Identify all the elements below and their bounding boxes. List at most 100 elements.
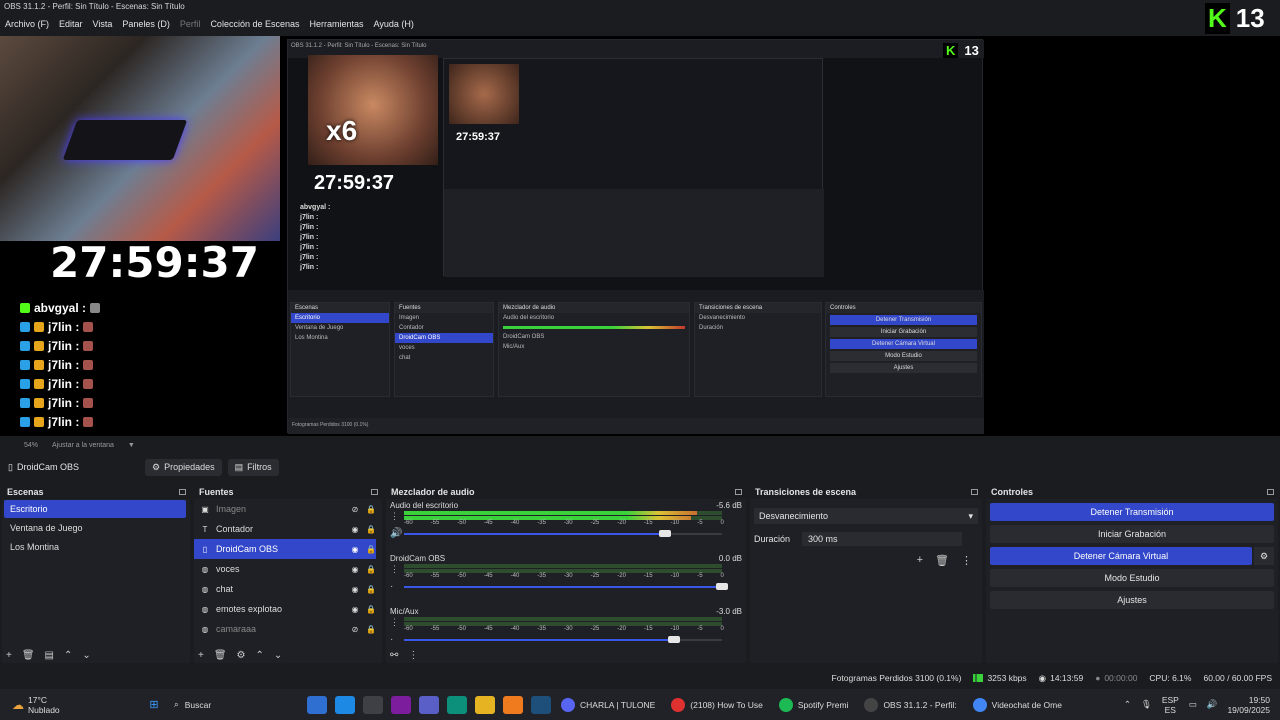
menu-herramientas[interactable]: Herramientas — [310, 19, 364, 29]
undock-icon[interactable] — [371, 489, 378, 495]
transition-select[interactable]: Desvanecimiento ▾ — [754, 508, 978, 524]
teams-icon[interactable] — [419, 695, 439, 714]
lock-icon[interactable]: 🔒 — [366, 504, 376, 514]
eye-icon[interactable]: ◉ — [350, 544, 360, 554]
search-box[interactable]: ⌕ Buscar — [168, 699, 303, 710]
menu-archivo[interactable]: Archivo (F) — [5, 19, 49, 29]
eye-icon[interactable]: ◉ — [350, 584, 360, 594]
gear-icon[interactable]: ⚙ — [1254, 547, 1274, 565]
undock-icon[interactable] — [179, 489, 186, 495]
mute-icon[interactable]: · — [390, 581, 393, 592]
menu-vista[interactable]: Vista — [93, 19, 113, 29]
outlook-icon[interactable] — [307, 695, 327, 714]
lock-icon[interactable]: 🔒 — [366, 584, 376, 594]
undock-icon[interactable] — [971, 489, 978, 495]
volume-slider[interactable] — [404, 530, 722, 537]
more-icon[interactable]: ⋮ — [390, 564, 399, 575]
trash-icon[interactable]: 🗑 — [214, 650, 227, 661]
lock-icon[interactable]: 🔒 — [366, 544, 376, 554]
duration-input[interactable]: 300 ms — [802, 532, 963, 546]
mute-icon[interactable]: · — [390, 634, 393, 645]
lock-icon[interactable]: 🔒 — [366, 604, 376, 614]
network-icon[interactable]: ▭ — [1189, 699, 1197, 710]
add-icon[interactable]: + — [198, 650, 204, 661]
source-item[interactable]: ◍ chat ◉ 🔒 — [194, 579, 376, 599]
down-icon[interactable]: ⌄ — [82, 650, 90, 661]
eye-slash-icon[interactable]: ⊘ — [350, 624, 360, 634]
more-icon[interactable]: ⋮ — [390, 617, 399, 628]
clock[interactable]: 19:50 19/09/2025 — [1227, 695, 1270, 715]
source-item[interactable]: ◍ emotes explotao ◉ 🔒 — [194, 599, 376, 619]
more-icon[interactable]: ⋮ — [408, 650, 418, 661]
taskbar-app[interactable]: Spotify Premi — [778, 697, 848, 712]
scene-item[interactable]: Los Montina — [4, 538, 186, 556]
start-recording-button[interactable]: Iniciar Grabación — [990, 525, 1274, 543]
lock-icon[interactable]: 🔒 — [366, 524, 376, 534]
source-item[interactable]: ▯ DroidCam OBS ◉ 🔒 — [194, 539, 376, 559]
menu-editar[interactable]: Editar — [59, 19, 83, 29]
chevron-down-icon[interactable]: ▼ — [128, 442, 135, 449]
zoom-fit[interactable]: Ajustar a la ventana — [52, 442, 114, 449]
taskbar-app[interactable]: Videochat de Ome — [972, 697, 1062, 712]
undock-icon[interactable] — [1267, 489, 1274, 495]
source-item[interactable]: ▣ Imagen ⊘ 🔒 — [194, 499, 376, 519]
volume-slider[interactable] — [404, 636, 722, 643]
store-icon[interactable] — [363, 695, 383, 714]
menu-perfil[interactable]: Perfil — [180, 19, 201, 29]
filter-icon[interactable]: ▤ — [45, 650, 54, 661]
taskbar-app[interactable]: CHARLA | TULONE — [561, 697, 655, 712]
volume-knob[interactable] — [668, 636, 680, 643]
edge-icon[interactable] — [447, 695, 467, 714]
chevron-up-icon[interactable]: ⌃ — [1124, 699, 1131, 710]
up-icon[interactable]: ⌃ — [64, 650, 72, 661]
source-item[interactable]: T Contador ◉ 🔒 — [194, 519, 376, 539]
stop-virtual-camera-button[interactable]: Detener Cámara Virtual — [990, 547, 1252, 565]
weather-widget[interactable]: ☁ 17°C Nublado — [0, 695, 140, 715]
link-icon[interactable]: ⚯ — [390, 650, 398, 661]
volume-slider[interactable] — [404, 583, 728, 590]
app-icon[interactable] — [391, 695, 411, 714]
lock-icon[interactable]: 🔒 — [366, 624, 376, 634]
windows-start-icon[interactable]: ⊞ — [144, 696, 164, 714]
volume-knob[interactable] — [716, 583, 728, 590]
zoom-percent[interactable]: 54% — [24, 442, 38, 449]
source-item[interactable]: ◍ camaraaa ⊘ 🔒 — [194, 619, 376, 639]
program-preview[interactable]: 27:59:37 abvgyal : j7lin : j7lin : j7lin… — [0, 36, 1280, 436]
stop-stream-button[interactable]: Detener Transmisión — [990, 503, 1274, 521]
copilot-icon[interactable] — [335, 695, 355, 714]
scene-item[interactable]: Escritorio — [4, 500, 186, 518]
vlc-icon[interactable] — [503, 695, 523, 714]
more-icon[interactable]: ⋮ — [961, 554, 972, 567]
microphone-icon[interactable]: 🎙 — [1141, 699, 1152, 710]
add-icon[interactable]: + — [917, 554, 923, 567]
properties-button[interactable]: ⚙ Propiedades — [145, 458, 222, 476]
eye-icon[interactable]: ◉ — [350, 564, 360, 574]
up-icon[interactable]: ⌃ — [256, 650, 264, 661]
scene-item[interactable]: Ventana de Juego — [4, 519, 186, 537]
down-icon[interactable]: ⌄ — [274, 650, 282, 661]
eye-icon[interactable]: ◉ — [350, 524, 360, 534]
folder-icon[interactable] — [475, 695, 495, 714]
gear-icon[interactable]: ⚙ — [237, 650, 246, 661]
undock-icon[interactable] — [735, 489, 742, 495]
trash-icon[interactable]: 🗑 — [22, 650, 35, 661]
studio-mode-button[interactable]: Modo Estudio — [990, 569, 1274, 587]
speaker-icon[interactable]: 🔊 — [390, 528, 402, 539]
language-indicator[interactable]: ESP ES — [1162, 695, 1179, 715]
volume-knob[interactable] — [659, 530, 671, 537]
menu-ayuda[interactable]: Ayuda (H) — [374, 19, 414, 29]
eye-icon[interactable]: ◉ — [350, 604, 360, 614]
source-item[interactable]: ◍ voces ◉ 🔒 — [194, 559, 376, 579]
more-icon[interactable]: ⋮ — [390, 511, 399, 522]
eye-slash-icon[interactable]: ⊘ — [350, 504, 360, 514]
taskbar-app[interactable]: OBS 31.1.2 - Perfil: — [864, 697, 957, 712]
steam-icon[interactable] — [531, 695, 551, 714]
lock-icon[interactable]: 🔒 — [366, 564, 376, 574]
menu-coleccion[interactable]: Colección de Escenas — [210, 19, 299, 29]
add-icon[interactable]: + — [6, 650, 12, 661]
filters-button[interactable]: ▤ Filtros — [227, 458, 279, 476]
trash-icon[interactable]: 🗑 — [935, 554, 949, 567]
volume-icon[interactable]: 🔊 — [1207, 699, 1218, 710]
menu-paneles[interactable]: Paneles (D) — [122, 19, 170, 29]
settings-button[interactable]: Ajustes — [990, 591, 1274, 609]
